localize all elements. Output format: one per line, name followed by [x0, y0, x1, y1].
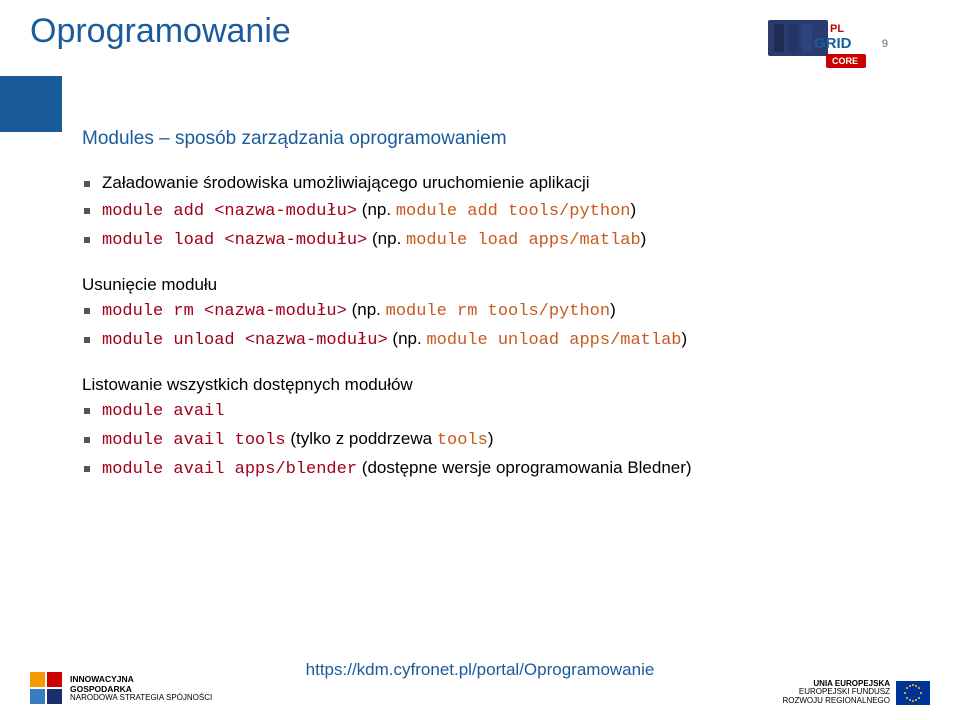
section-list: Listowanie wszystkich dostępnych modułów…	[82, 375, 900, 482]
svg-text:PL: PL	[830, 23, 844, 35]
list-item: module avail	[82, 399, 900, 424]
list-item: module avail tools (tylko z poddrzewa to…	[82, 428, 900, 453]
header-stripe	[0, 76, 62, 132]
page-number: 9	[882, 38, 888, 50]
eu-flag-icon	[896, 681, 930, 705]
page-title: Oprogramowanie	[30, 12, 291, 51]
section-label: Załadowanie środowiska umożliwiającego u…	[82, 172, 900, 195]
section-remove: Usunięcie modułu module rm <nazwa-modułu…	[82, 275, 900, 353]
ig-squares-icon	[30, 672, 64, 706]
list-item: module add <nazwa-modułu> (np. module ad…	[82, 199, 900, 224]
plgrid-logo: PL GRID CORE	[768, 12, 868, 72]
list-item: module unload <nazwa-modułu> (np. module…	[82, 328, 900, 353]
svg-text:CORE: CORE	[832, 56, 858, 66]
section-load: Załadowanie środowiska umożliwiającego u…	[82, 172, 900, 253]
svg-text:GRID: GRID	[814, 35, 852, 52]
innowacyjna-gospodarka-logo: INNOWACYJNA GOSPODARKA NARODOWA STRATEGI…	[30, 672, 212, 706]
section-label: Usunięcie modułu	[82, 275, 900, 295]
list-item: module avail apps/blender (dostępne wers…	[82, 457, 900, 482]
list-item: module rm <nazwa-modułu> (np. module rm …	[82, 299, 900, 324]
slide-subtitle: Modules – sposób zarządzania oprogramowa…	[82, 128, 900, 150]
eu-fund-logo: UNIA EUROPEJSKA EUROPEJSKI FUNDUSZ ROZWO…	[782, 680, 930, 706]
list-item: module load <nazwa-modułu> (np. module l…	[82, 228, 900, 253]
section-label: Listowanie wszystkich dostępnych modułów	[82, 375, 900, 395]
slide-content: Modules – sposób zarządzania oprogramowa…	[82, 128, 900, 504]
